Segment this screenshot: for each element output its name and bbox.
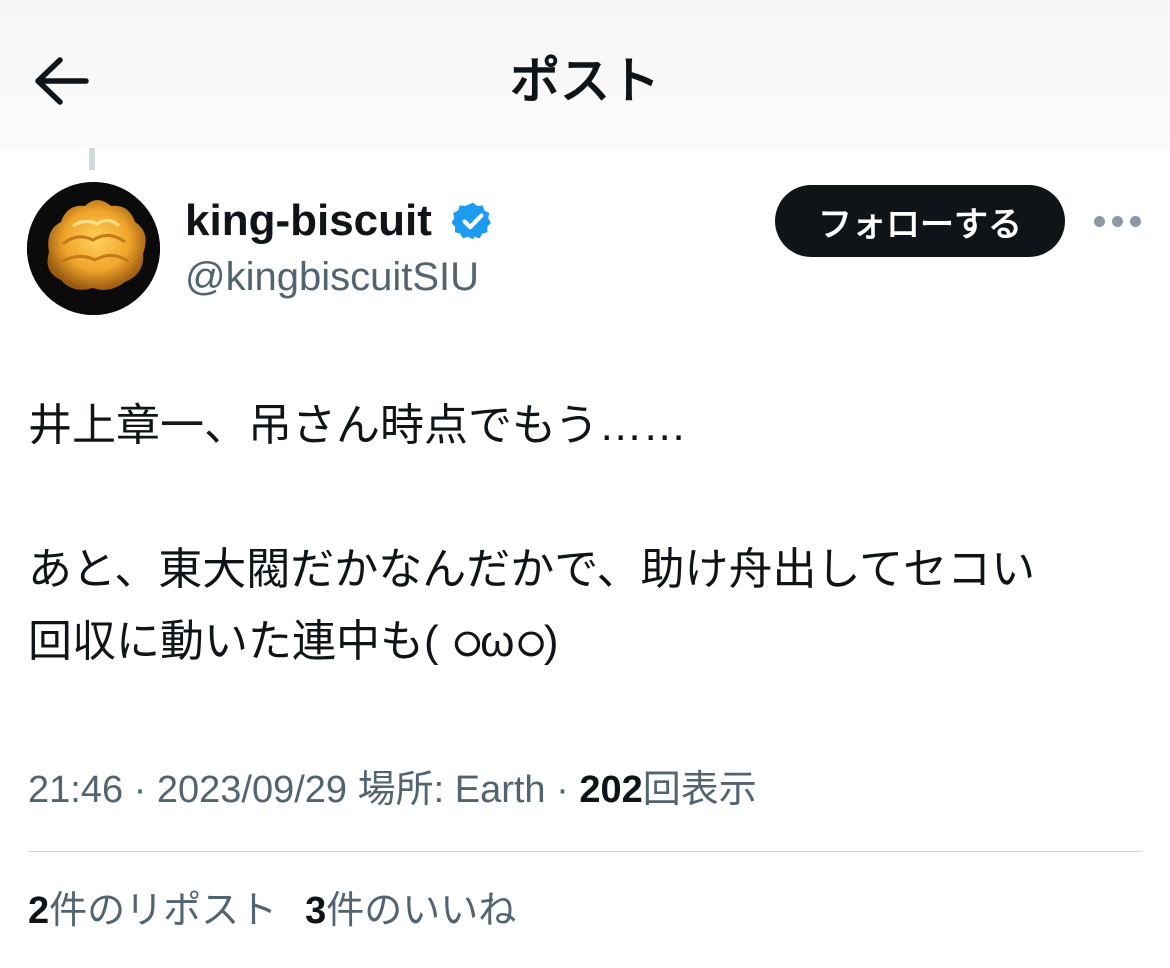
tweet-time[interactable]: 21:46 [28, 769, 123, 811]
biscuit-image [27, 182, 160, 315]
likes-label: 件のいいね [326, 890, 517, 932]
likes-count: 3 [305, 890, 327, 932]
ellipsis-icon [1130, 216, 1141, 227]
verified-badge-icon [452, 202, 492, 240]
ellipsis-icon [1112, 216, 1123, 227]
tweet-meta: 21:46 · 2023/09/29 場所: Earth · 202回表示 [28, 762, 757, 818]
author-display-name[interactable]: king-biscuit [185, 194, 432, 248]
tweet-text: 井上章一、吊さん時点でもう…… あと、東大閥だかなんだかで、助け舟出してセコい … [28, 390, 1148, 678]
likes-stat[interactable]: 3件のいいね [305, 890, 516, 932]
avatar[interactable] [27, 182, 160, 315]
views-count: 202 [579, 769, 643, 811]
reposts-stat[interactable]: 2件のリポスト [28, 890, 277, 932]
divider [28, 851, 1143, 852]
tweet-line: 回収に動いた連中も( ഠωഠ) [28, 617, 559, 666]
more-options-button[interactable] [1092, 208, 1142, 236]
author-handle[interactable]: @kingbiscuitSIU [185, 250, 479, 304]
tweet-stats: 2件のリポスト 3件のいいね [28, 883, 544, 939]
page-title: ポスト [510, 53, 660, 109]
meta-separator: · [545, 769, 580, 811]
top-bar: ポスト [0, 0, 1170, 150]
meta-separator: · [123, 769, 157, 811]
thread-line [89, 148, 95, 170]
tweet-date[interactable]: 2023/09/29 [157, 769, 347, 811]
tweet-location: 場所: Earth [347, 769, 546, 811]
ellipsis-icon [1094, 216, 1105, 227]
tweet-line: 井上章一、吊さん時点でもう…… [28, 401, 687, 450]
follow-button[interactable]: フォローする [775, 185, 1065, 257]
tweet-line: あと、東大閥だかなんだかで、助け舟出してセコい [28, 545, 1036, 594]
reposts-count: 2 [28, 890, 50, 932]
reposts-label: 件のリポスト [49, 890, 278, 932]
views-label: 回表示 [642, 769, 757, 811]
